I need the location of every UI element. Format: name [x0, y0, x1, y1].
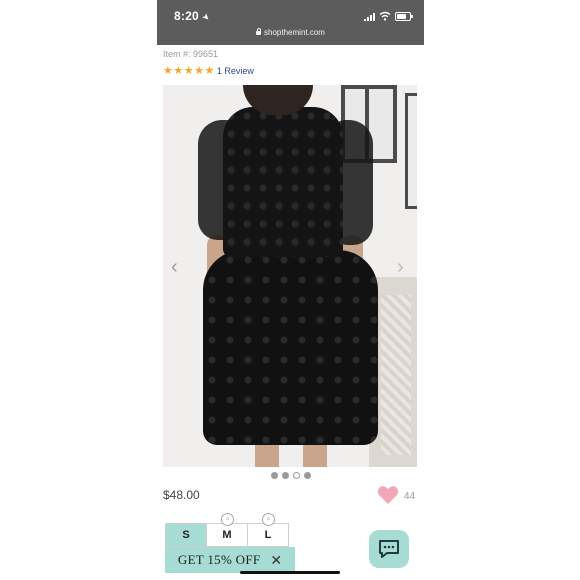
- item-number: Item #: 99651: [163, 49, 219, 59]
- chevron-right-icon[interactable]: ›: [397, 257, 404, 277]
- heart-icon[interactable]: [377, 485, 399, 505]
- background-window-right: [405, 93, 417, 209]
- battery-icon: [395, 12, 413, 21]
- size-label: M: [222, 529, 232, 541]
- phone-screen: 8:20➤ shopthemint.com Item #: 99651 ★ ★ …: [157, 0, 424, 580]
- image-pagination: [157, 472, 424, 480]
- star-icon: ★: [194, 65, 204, 77]
- size-option-l[interactable]: ⌂ L: [248, 513, 289, 547]
- close-icon[interactable]: ✕: [270, 553, 282, 567]
- star-icon: ★: [163, 65, 173, 77]
- promo-text: GET 15% OFF: [177, 552, 261, 567]
- star-icon: ★: [183, 65, 194, 77]
- status-bar: 8:20➤ shopthemint.com: [157, 0, 424, 45]
- signal-icon: [364, 13, 376, 21]
- size-option-m[interactable]: ⌂ M: [207, 513, 248, 547]
- star-icon: ★: [173, 65, 184, 77]
- promo-banner[interactable]: GET 15% OFF ✕: [165, 547, 295, 573]
- hanger-icon: ⌂: [262, 513, 275, 526]
- pagination-dot-active[interactable]: [292, 472, 300, 479]
- address-bar[interactable]: shopthemint.com: [157, 28, 424, 37]
- location-arrow-icon: ➤: [199, 10, 213, 24]
- star-icon: ★: [204, 65, 215, 77]
- dress-bodice-texture: [223, 107, 343, 257]
- size-option-s[interactable]: S: [165, 523, 207, 547]
- hanger-icon: ⌂: [221, 513, 234, 526]
- size-selector: S ⌂ M ⌂ L: [165, 513, 289, 547]
- pagination-dot[interactable]: [281, 472, 289, 479]
- dress-skirt-texture: [203, 250, 378, 445]
- rating: ★ ★ ★ ★ ★ 1 Review: [163, 65, 254, 77]
- like-count: 44: [404, 491, 416, 502]
- price: $48.00: [163, 488, 200, 502]
- cabinet-panel: [381, 295, 411, 455]
- product-image[interactable]: ‹ ›: [163, 85, 417, 467]
- chevron-left-icon[interactable]: ‹: [171, 257, 178, 277]
- clock: 8:20➤: [174, 9, 213, 24]
- chat-button[interactable]: [369, 530, 409, 568]
- url-text: shopthemint.com: [264, 28, 325, 37]
- pagination-dot[interactable]: [303, 472, 311, 479]
- home-indicator[interactable]: [240, 571, 340, 574]
- lock-icon: [256, 28, 262, 35]
- size-label: S: [182, 529, 190, 541]
- pagination-dot[interactable]: [270, 472, 278, 479]
- chat-icon: [379, 540, 399, 558]
- reviews-link[interactable]: 1 Review: [217, 66, 254, 76]
- wifi-icon: [379, 11, 391, 21]
- size-label: L: [264, 529, 272, 541]
